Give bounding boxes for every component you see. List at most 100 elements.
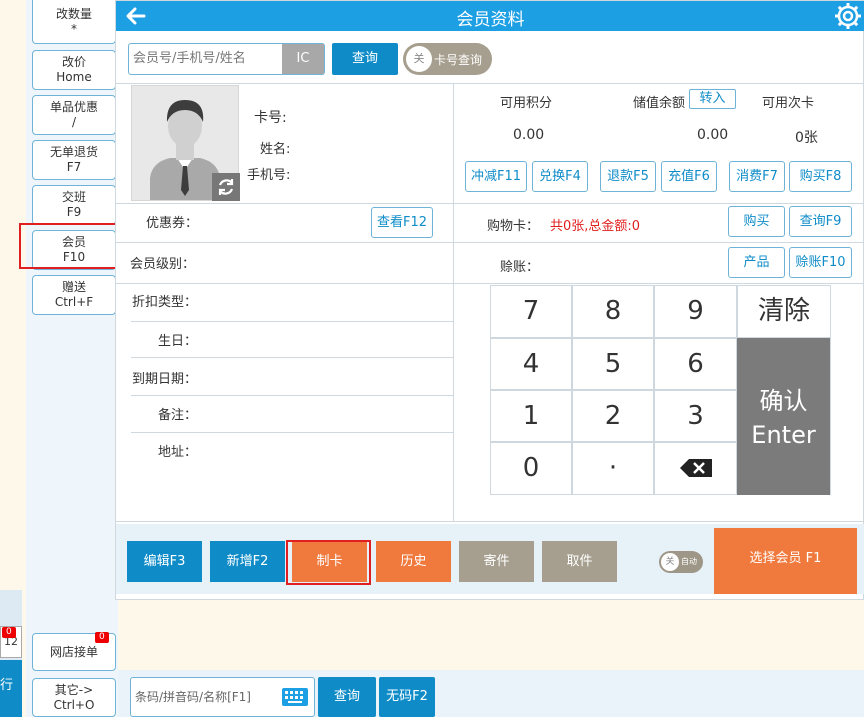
discount-type-label: 折扣类型： <box>132 295 198 310</box>
key-1[interactable]: 1 <box>491 391 571 441</box>
enter-label-cn: 确认 <box>759 387 808 415</box>
product-button[interactable]: 产品 <box>728 247 785 278</box>
backspace-icon <box>679 459 712 477</box>
ic-card-button[interactable]: IC <box>282 44 324 74</box>
online-orders-label: 网店接单 <box>49 644 98 659</box>
other-menu-button[interactable]: 其它-> Ctrl+O <box>32 678 116 717</box>
key-3[interactable]: 3 <box>655 391 736 441</box>
key-backspace[interactable] <box>655 443 736 494</box>
sidebar-item-label: 赠送 <box>61 280 86 294</box>
view-coupon-button[interactable]: 查看F12 <box>371 207 433 238</box>
remark-label: 备注： <box>158 408 198 423</box>
divider <box>131 395 453 396</box>
online-orders-badge: 0 <box>95 632 109 643</box>
barcode-search-input[interactable] <box>131 678 281 716</box>
auto-toggle-knob: 关 <box>661 553 679 571</box>
sidebar-item-gift[interactable]: 赠送 Ctrl+F <box>32 275 116 315</box>
phone-label: 手机号: <box>247 168 291 183</box>
toggle-label: 卡号查询 <box>434 53 483 67</box>
add-new-button[interactable]: 新增F2 <box>210 541 285 582</box>
member-search-input[interactable] <box>129 44 279 72</box>
sidebar-item-item-discount[interactable]: 单品优惠 / <box>32 95 116 135</box>
key-dot[interactable]: · <box>573 443 653 494</box>
credit-label: 赊账： <box>500 260 540 275</box>
divider <box>116 521 864 522</box>
sidebar-item-return-no-receipt[interactable]: 无单退货 F7 <box>32 140 116 180</box>
numeric-keypad: 7 8 9 清除 4 5 6 1 2 3 0 · 确认 Enter <box>490 285 831 495</box>
birthday-label: 生日： <box>158 334 198 349</box>
expiry-date-label: 到期日期： <box>132 372 198 387</box>
divider <box>116 83 864 84</box>
sidebar-item-shift-handover[interactable]: 交班 F9 <box>32 185 116 225</box>
times-card-value: 0张 <box>795 130 818 146</box>
left-edge-badge: 0 <box>2 627 16 638</box>
divider <box>131 357 453 358</box>
dialog-title: 会员资料 <box>456 10 525 30</box>
member-level-label: 会员级别： <box>130 257 196 272</box>
credit-button[interactable]: 赊账F10 <box>789 247 852 278</box>
refresh-icon[interactable] <box>212 173 240 201</box>
select-member-button[interactable]: 选择会员 F1 <box>714 528 857 594</box>
deposit-button[interactable]: 寄件 <box>459 541 534 582</box>
times-card-label: 可用次卡 <box>762 96 815 111</box>
divider <box>116 283 864 284</box>
key-6[interactable]: 6 <box>655 339 736 389</box>
sidebar-item-shortcut: F7 <box>66 160 82 174</box>
refund-button[interactable]: 退款F5 <box>600 161 656 192</box>
key-4[interactable]: 4 <box>491 339 571 389</box>
edit-button[interactable]: 编辑F3 <box>127 541 202 582</box>
key-9[interactable]: 9 <box>655 286 736 337</box>
points-value: 0.00 <box>513 127 545 143</box>
name-label: 姓名: <box>260 142 291 157</box>
points-label: 可用积分 <box>500 96 553 111</box>
other-menu-label: 其它-> <box>54 682 94 697</box>
no-code-button[interactable]: 无码F2 <box>379 677 435 717</box>
pickup-button[interactable]: 取件 <box>542 541 617 582</box>
divider <box>131 321 453 322</box>
key-2[interactable]: 2 <box>573 391 653 441</box>
purchase-button[interactable]: 购买F8 <box>789 161 852 192</box>
other-menu-shortcut: Ctrl+O <box>53 697 95 712</box>
shopping-card-query-button[interactable]: 查询F9 <box>789 206 852 237</box>
card-number-label: 卡号: <box>254 110 287 126</box>
keyboard-icon[interactable] <box>281 687 309 707</box>
sidebar-item-shortcut: Home <box>56 70 92 84</box>
recharge-button[interactable]: 充值F6 <box>661 161 717 192</box>
left-edge-blue-label: 行 <box>0 678 14 693</box>
transfer-in-button[interactable]: 转入 <box>689 89 736 109</box>
member-search-box: IC <box>128 43 325 75</box>
key-8[interactable]: 8 <box>573 286 653 337</box>
card-number-query-toggle[interactable]: 关 卡号查询 <box>403 43 492 75</box>
balance-value: 0.00 <box>697 127 729 143</box>
key-clear[interactable]: 清除 <box>738 286 830 337</box>
exchange-button[interactable]: 兑换F4 <box>532 161 588 192</box>
coupon-label: 优惠券： <box>146 216 199 231</box>
sidebar-item-change-price[interactable]: 改价 Home <box>32 50 116 90</box>
history-button[interactable]: 历史 <box>376 541 451 582</box>
sidebar-item-shortcut: F9 <box>66 205 82 219</box>
consume-button[interactable]: 消费F7 <box>729 161 785 192</box>
shopping-card-buy-button[interactable]: 购买 <box>728 206 785 237</box>
left-edge-blue-button[interactable]: 行 <box>0 660 22 717</box>
gear-icon[interactable] <box>833 1 863 31</box>
sidebar-item-change-quantity[interactable]: 改数量 * <box>32 0 116 44</box>
auto-toggle-label: 自动 <box>681 557 697 566</box>
key-0[interactable]: 0 <box>491 443 571 494</box>
sidebar-item-shortcut: / <box>71 115 77 129</box>
sidebar-item-label: 单品优惠 <box>49 100 98 114</box>
key-7[interactable]: 7 <box>491 286 571 337</box>
key-5[interactable]: 5 <box>573 339 653 389</box>
offset-button[interactable]: 冲减F11 <box>465 161 527 192</box>
enter-label-en: Enter <box>751 421 816 449</box>
divider <box>453 83 454 521</box>
sidebar-item-shortcut: Ctrl+F <box>54 295 94 309</box>
sidebar-item-label: 改数量 <box>55 6 92 21</box>
divider <box>116 203 864 204</box>
sidebar-item-shortcut: * <box>71 21 77 36</box>
barcode-query-button[interactable]: 查询 <box>318 677 376 717</box>
key-enter[interactable]: 确认 Enter <box>737 338 830 495</box>
auto-toggle[interactable]: 关 自动 <box>659 551 703 573</box>
member-query-button[interactable]: 查询 <box>332 43 398 75</box>
sidebar-item-label: 无单退货 <box>49 145 98 159</box>
sidebar-item-label: 交班 <box>61 190 86 204</box>
